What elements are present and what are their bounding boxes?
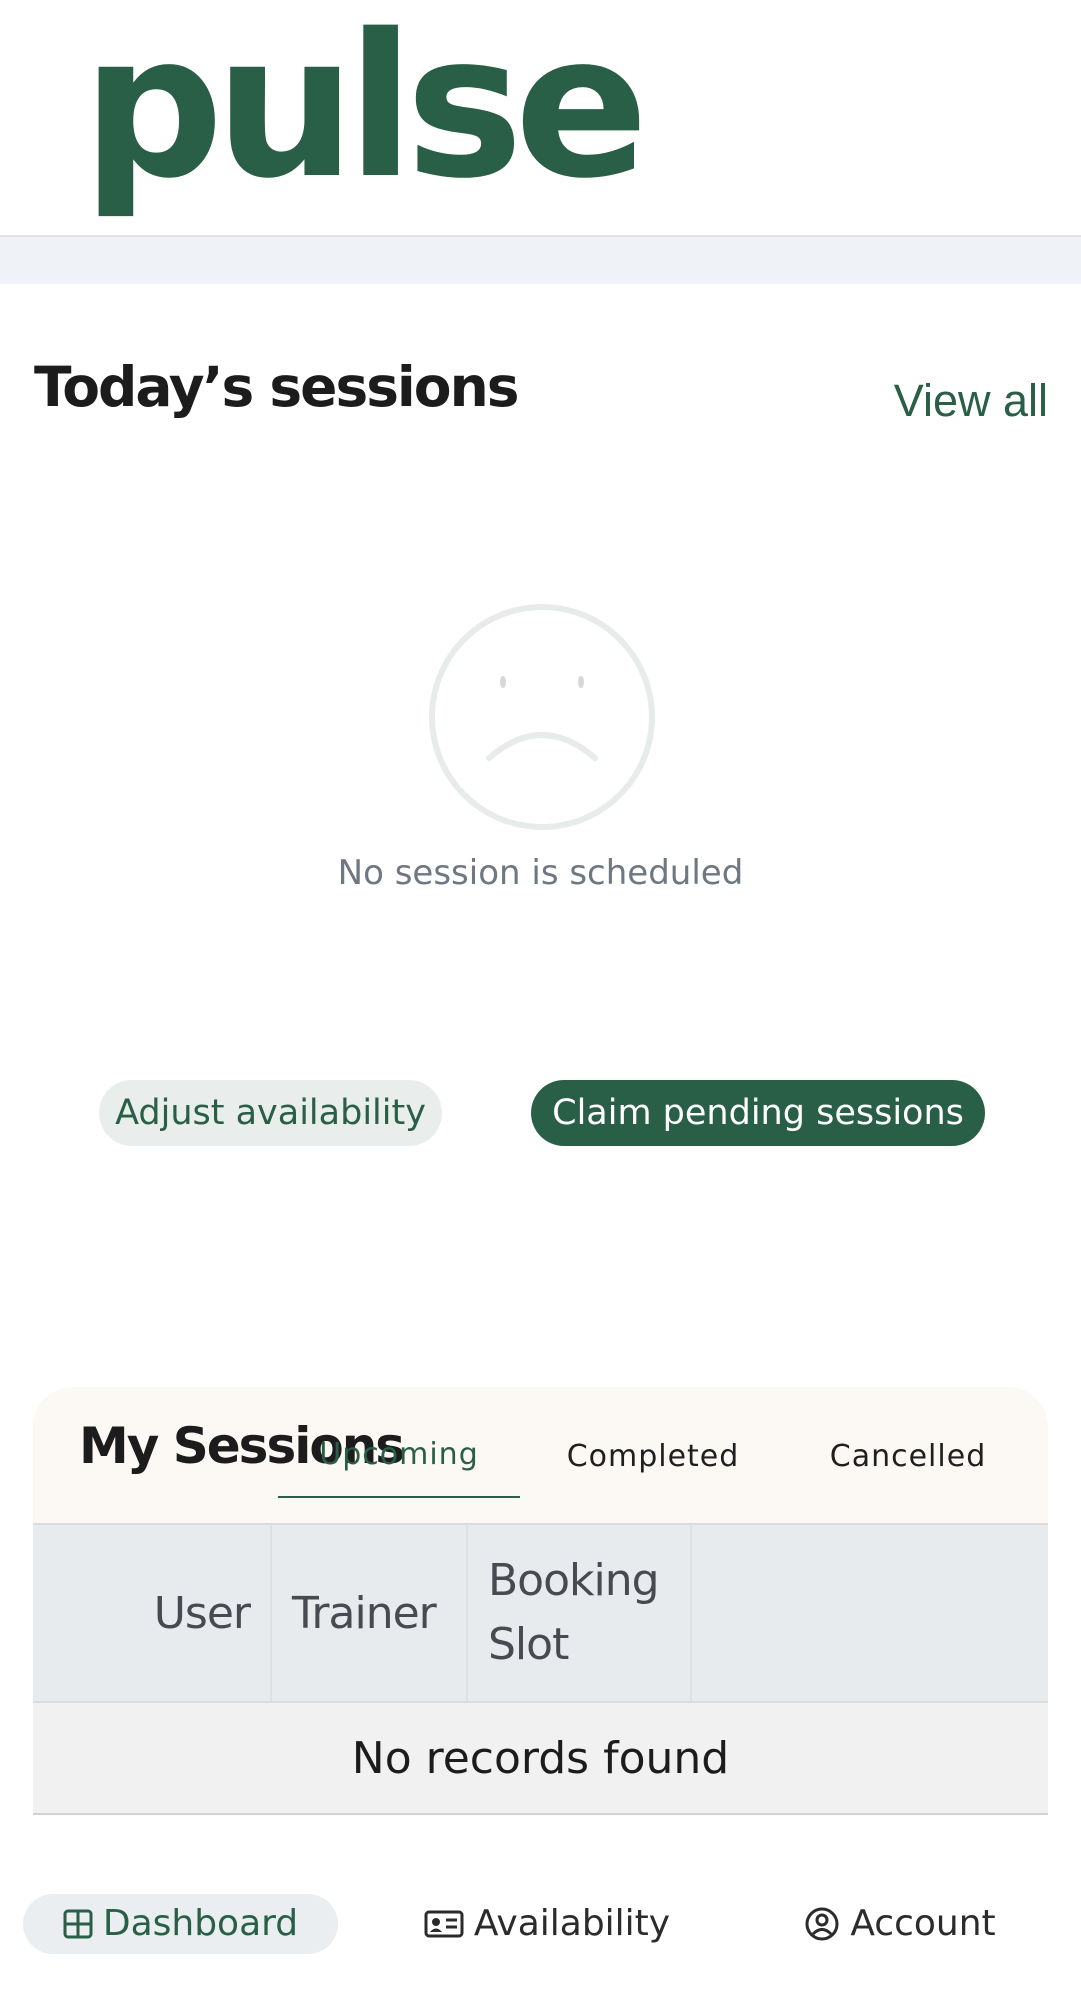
todays-sessions-title: Today’s sessions (34, 355, 519, 419)
adjust-availability-button[interactable]: Adjust availability (99, 1080, 442, 1146)
empty-table-row: No records found (33, 1703, 1048, 1815)
nav-availability-label: Availability (473, 1903, 671, 1944)
nav-dashboard[interactable]: Dashboard (23, 1894, 338, 1954)
app-logo[interactable]: pulse (82, 8, 649, 206)
nav-dashboard-label: Dashboard (102, 1903, 299, 1944)
empty-sessions-message: No session is scheduled (337, 853, 744, 893)
bottom-navigation: Dashboard Availability Account (0, 1880, 1081, 1999)
column-header-booking-slot[interactable]: Booking Slot (468, 1525, 692, 1701)
sessions-table-header: User Trainer Booking Slot (33, 1523, 1048, 1703)
grid-icon (63, 1909, 93, 1939)
sad-face-icon (429, 604, 655, 830)
tab-upcoming[interactable]: Upcoming (278, 1437, 520, 1498)
column-header-user[interactable]: User (33, 1525, 272, 1701)
my-sessions-header: My Sessions Upcoming Completed Cancelled (33, 1387, 1048, 1523)
claim-pending-sessions-button[interactable]: Claim pending sessions (531, 1080, 985, 1146)
column-header-trainer[interactable]: Trainer (272, 1525, 468, 1701)
view-all-link[interactable]: View all (894, 375, 1048, 427)
tab-completed[interactable]: Completed (538, 1439, 768, 1474)
tab-cancelled[interactable]: Cancelled (793, 1439, 1023, 1474)
nav-availability[interactable]: Availability (402, 1894, 692, 1954)
nav-account[interactable]: Account (790, 1894, 1010, 1954)
nav-account-label: Account (850, 1903, 996, 1944)
header-divider-band (0, 237, 1081, 284)
app-header: pulse (0, 0, 1081, 237)
id-card-icon (424, 1910, 464, 1938)
user-circle-icon (805, 1907, 839, 1941)
my-sessions-card: My Sessions Upcoming Completed Cancelled… (33, 1387, 1048, 1817)
